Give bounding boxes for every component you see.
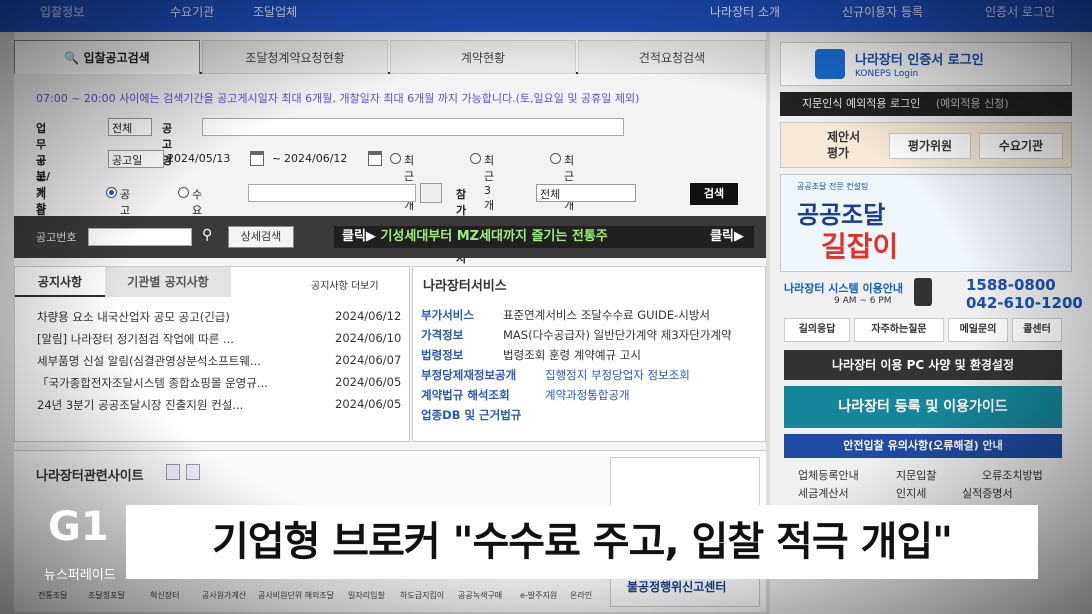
bid-number-input[interactable]	[88, 228, 192, 246]
service-row: 법령정보 법령조회 훈령 계약예규 고시	[421, 348, 641, 362]
related-title: 나라장터관련사이트	[36, 469, 144, 484]
tab-org-notice[interactable]: 기관별 공지사항	[105, 267, 231, 297]
nav-item-demand-org[interactable]: 수요기관	[170, 3, 214, 20]
link-stamp-tax[interactable]: 인지세	[896, 484, 926, 503]
title-input[interactable]	[202, 118, 624, 136]
banner-click-right: 클릭▶	[710, 229, 744, 244]
date-from[interactable]: 2024/05/13	[167, 152, 230, 165]
help-callcenter[interactable]: 콜센터	[1012, 318, 1062, 342]
cert-login-box[interactable]: 나라장터 인증서 로그인 KONEPS Login	[780, 42, 1072, 86]
fingerprint-login[interactable]: 지문인식 예외적용 로그인 (예외적용 신청)	[780, 92, 1072, 116]
report-center-label: 불공정행위신고센터	[627, 580, 727, 594]
help-qna[interactable]: 길의응답	[784, 318, 850, 342]
nav-item-about[interactable]: 나라장터 소개	[710, 3, 780, 20]
help-faq[interactable]: 자주하는질문	[854, 318, 944, 342]
notice-more-link[interactable]: 공지사항 더보기	[311, 277, 379, 292]
tab-bid-search[interactable]: 🔍 입찰공고검색	[14, 40, 200, 74]
tab-quote-search[interactable]: 견적요청검색	[578, 40, 766, 74]
fingerprint-tag: (예외적용 신청)	[935, 97, 1009, 110]
banner-click-left: 클릭▶	[342, 229, 376, 244]
tab-contract-request[interactable]: 조달청계약요청현황	[202, 40, 388, 74]
service-row: 계약법규 해석조회 계약과정통합공개	[421, 388, 630, 402]
help-links: 길의응답 자주하는질문 메일문의 콜센터	[784, 318, 1062, 344]
power-icon	[815, 49, 845, 79]
tab-contract-status[interactable]: 계약현황	[390, 40, 576, 74]
channel-logo: G1 뉴스퍼레이드	[44, 500, 126, 583]
eval-committee-button[interactable]: 평가위원	[889, 133, 971, 159]
service-row: 부가서비스 표준연계서비스 조달수수료 GUIDE-시방서	[421, 308, 711, 322]
promo-banner[interactable]: 클릭▶ 기성세대부터 MZ세대까지 즐기는 전통주 클릭▶	[334, 226, 754, 248]
service-row: 업종DB 및 근거법규	[421, 408, 522, 422]
safety-notice-button[interactable]: 안전입찰 유의사항(오류해결) 안내	[784, 434, 1062, 458]
system-info-label: 나라장터 시스템 이용안내	[784, 282, 903, 295]
link-fingerprint-bid[interactable]: 지문입찰	[896, 466, 936, 485]
nav-item-cert-login[interactable]: 인증서 로그인	[985, 3, 1055, 20]
g1-logo-text: G1	[48, 504, 109, 550]
prev-arrow-icon[interactable]	[166, 464, 180, 480]
notice-row[interactable]: 「국가종합전자조달시스템 종합쇼핑몰 운영규... 2024/06/05	[37, 375, 401, 391]
org-input[interactable]	[248, 184, 416, 202]
link-supplier-reg[interactable]: 업체등록안내	[798, 466, 859, 485]
notice-row[interactable]: 차량용 요소 내국산업자 공모 공고(긴급) 2024/06/12	[37, 309, 401, 325]
date-tilde: ~	[272, 152, 282, 165]
banner-text: 기성세대부터 MZ세대까지 즐기는 전통주	[380, 229, 608, 244]
region-select[interactable]: 전체	[536, 184, 636, 202]
nav-item-bid-info[interactable]: 입찰정보	[40, 3, 84, 20]
top-navigation: 입찰정보 수요기관 조달업체 나라장터 소개 신규이용자 등록 인증서 로그인	[0, 0, 1092, 32]
detail-search-button[interactable]: 상세검색	[228, 226, 294, 248]
fingerprint-label: 지문인식 예외적용 로그인	[802, 97, 921, 110]
guide-ad[interactable]: 공공조달 전문 컨설팅 공공조달 길잡이	[780, 174, 1072, 272]
search-icon[interactable]: ⚲	[202, 227, 212, 243]
date-type-select[interactable]: 공고일	[108, 150, 164, 168]
news-caption: 기업형 브로커 "수수료 주고, 입찰 적극 개입"	[126, 505, 1038, 579]
phone-icon	[914, 278, 932, 306]
link-performance-cert[interactable]: 실적증명서	[962, 484, 1013, 503]
service-row: 부정당제재정보공개 집행정지 부정당업자 정보조회	[421, 368, 690, 382]
login-subtitle: KONEPS Login	[855, 69, 919, 79]
login-title: 나라장터 인증서 로그인	[855, 53, 984, 68]
eval-label: 제안서 평가	[827, 130, 861, 160]
biz-type-select[interactable]: 전체	[108, 118, 152, 136]
service-row: 가격정보 MAS(다수공급자) 일반단가계약 제3자단가계약	[421, 328, 732, 342]
range-6m-radio[interactable]	[550, 153, 561, 164]
notice-row[interactable]: [알림] 나라장터 정기점검 작업에 따른 ... 2024/06/10	[37, 331, 401, 347]
org-bid-radio[interactable]	[106, 187, 117, 198]
search-period-notice: 07:00 ~ 20:00 사이에는 검색기간을 공고게시일자 최대 6개월, …	[36, 92, 640, 105]
nav-item-supplier[interactable]: 조달업체	[253, 3, 297, 20]
search-icon: 🔍	[64, 51, 84, 65]
registration-guide-button[interactable]: 나라장터 등록 및 이용가이드	[784, 386, 1062, 428]
tab-notice[interactable]: 공지사항	[15, 267, 105, 297]
next-arrow-icon[interactable]	[186, 464, 200, 480]
date-to[interactable]: 2024/06/12	[284, 152, 347, 165]
range-1m-radio[interactable]	[390, 153, 401, 164]
eval-demand-button[interactable]: 수요기관	[979, 133, 1063, 159]
search-tabs: 🔍 입찰공고검색 조달청계약요청현황 계약현황 견적요청검색	[14, 40, 766, 74]
link-error-fix[interactable]: 오류조치방법	[982, 466, 1043, 485]
range-3m-radio[interactable]	[470, 153, 481, 164]
nav-item-register[interactable]: 신규이용자 등록	[842, 3, 923, 20]
phone-2: 042-610-1200	[966, 294, 1083, 312]
services-title: 나라장터서비스	[423, 279, 507, 294]
calendar-icon[interactable]	[368, 151, 382, 166]
proposal-eval-box: 제안서 평가 평가위원 수요기관	[780, 122, 1072, 168]
ad-small-text: 공공조달 전문 컨설팅	[797, 182, 869, 191]
calendar-icon[interactable]	[250, 151, 264, 166]
phone-1: 1588-0800	[966, 276, 1056, 294]
hours: 9 AM ~ 6 PM	[834, 296, 892, 306]
org-search-icon[interactable]	[420, 183, 442, 203]
pc-spec-button[interactable]: 나라장터 이용 PC 사양 및 환경설정	[784, 350, 1062, 380]
search-button[interactable]: 검색	[690, 183, 738, 205]
services-panel: 나라장터서비스 부가서비스 표준연계서비스 조달수수료 GUIDE-시방서 가격정…	[412, 266, 766, 442]
bid-number-label: 공고번호	[36, 231, 77, 244]
help-mail[interactable]: 메일문의	[948, 318, 1008, 342]
ad-line2: 길잡이	[821, 230, 899, 263]
org-demand-radio[interactable]	[178, 187, 189, 198]
link-tax-invoice[interactable]: 세금계산서	[798, 484, 849, 503]
notice-panel: 공지사항 기관별 공지사항 공지사항 더보기 차량용 요소 내국산업자 공모 공…	[14, 266, 410, 442]
notice-row[interactable]: 24년 3분기 공공조달시장 진출지원 컨설... 2024/06/05	[37, 397, 401, 413]
notice-row[interactable]: 세부품명 신설 알림(심결관영상분석소프트웨... 2024/06/07	[37, 353, 401, 369]
program-name: 뉴스퍼레이드	[44, 568, 116, 583]
